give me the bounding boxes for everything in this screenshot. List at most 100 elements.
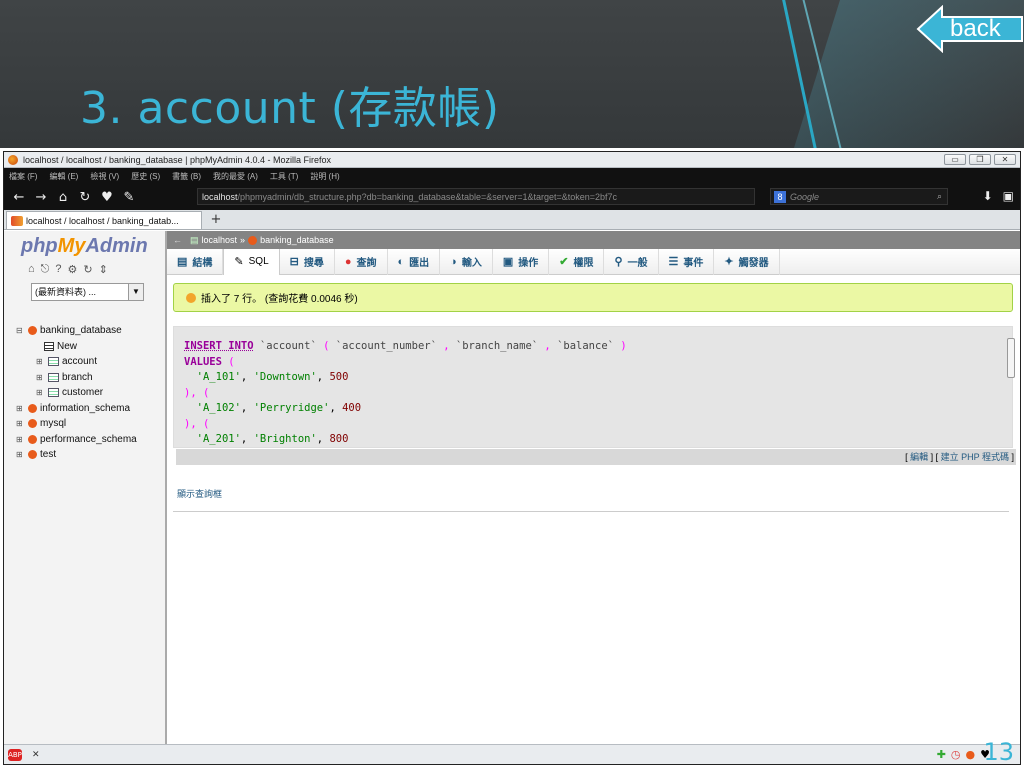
sql-row: 'A_102', 'Perryridge', 400: [196, 402, 362, 414]
forward-nav-icon[interactable]: →: [30, 190, 52, 205]
sql-keyword[interactable]: INSERT INTO: [184, 340, 254, 352]
menu-icon[interactable]: ▣: [1003, 189, 1014, 203]
addon-icon[interactable]: ♥: [96, 190, 118, 205]
home-icon[interactable]: ⌂: [28, 263, 35, 276]
menu-favorites[interactable]: 我的最愛 (A): [213, 171, 258, 182]
sql-keyword: VALUES: [184, 355, 222, 368]
tree-item-account[interactable]: ⊞ account: [16, 354, 137, 370]
database-icon: [28, 434, 37, 444]
menu-edit[interactable]: 編輯 (E): [49, 171, 78, 182]
menu-tools[interactable]: 工具 (T): [270, 171, 298, 182]
collapse-icon[interactable]: ⊟: [16, 326, 28, 335]
breadcrumb-server[interactable]: localhost: [202, 235, 238, 245]
sql-value: 'A_102': [196, 402, 241, 414]
operations-icon: ▣: [502, 256, 514, 268]
db-tree: ⊟ banking_database New ⊞ account ⊞ branc…: [16, 323, 137, 463]
recent-select-value: (最新資料表) ...: [35, 287, 96, 297]
tab-search[interactable]: ⊟ 搜尋: [280, 248, 335, 275]
menu-history[interactable]: 歷史 (S): [131, 171, 160, 182]
expand-icon[interactable]: ⊞: [36, 357, 48, 366]
back-button[interactable]: back: [916, 5, 1024, 53]
firefox-status-icon[interactable]: ●: [966, 748, 976, 761]
tab-operations[interactable]: ▣ 操作: [493, 248, 550, 275]
pma-navigation: phpMyAdmin ⌂ ⎋ ? ⚙ ↻ ⇕ (最新資料表) ... ▼ ⊟ b…: [4, 231, 167, 745]
tab-label: 一般: [627, 258, 648, 269]
tab-import[interactable]: ◑ 輸入: [440, 248, 493, 275]
tab-structure[interactable]: ▤ 結構: [167, 248, 224, 275]
database-icon: [248, 235, 258, 245]
tree-item-information-schema[interactable]: ⊞ information_schema: [16, 401, 137, 417]
edit-link[interactable]: 編輯: [910, 452, 928, 462]
back-nav-icon[interactable]: ←: [8, 190, 30, 205]
tree-item-branch[interactable]: ⊞ branch: [16, 370, 137, 386]
expand-icon[interactable]: ⊞: [16, 404, 28, 413]
expand-icon[interactable]: ⊞: [36, 373, 48, 382]
new-tab-button[interactable]: +: [206, 211, 226, 229]
url-host: localhost: [202, 191, 238, 202]
download-icon[interactable]: ⬇: [983, 189, 993, 203]
url-bar[interactable]: localhost/phpmyadmin/db_structure.php?db…: [197, 188, 755, 205]
close-status-icon[interactable]: ✕: [32, 750, 40, 760]
create-php-link[interactable]: 建立 PHP 程式碼: [941, 452, 1009, 462]
sql-scrollbar[interactable]: [1006, 326, 1016, 448]
reload-icon[interactable]: ↻: [74, 190, 96, 205]
tab-label: 結構: [192, 258, 213, 269]
home-icon[interactable]: ⌂: [52, 190, 74, 205]
firefox-window: localhost / localhost / banking_database…: [3, 151, 1021, 765]
collapse-panel-icon[interactable]: ←: [173, 235, 182, 245]
tree-item-customer[interactable]: ⊞ customer: [16, 385, 137, 401]
logout-icon[interactable]: ⎋: [41, 263, 50, 276]
close-button[interactable]: ✕: [994, 154, 1016, 165]
tree-item-new[interactable]: New: [16, 339, 137, 355]
tab-export[interactable]: ◐ 匯出: [388, 248, 441, 275]
menu-view[interactable]: 檢視 (V): [90, 171, 119, 182]
search-input[interactable]: 8 Google ⌕: [770, 188, 948, 205]
scrollbar-thumb[interactable]: [1007, 338, 1015, 378]
docs-icon[interactable]: ?: [55, 263, 61, 276]
minimize-button[interactable]: ▭: [944, 154, 966, 165]
extension-icon[interactable]: ✎: [118, 190, 140, 205]
success-message: 插入了 7 行。 (查詢花費 0.0046 秒): [173, 283, 1013, 312]
expand-icon[interactable]: ⊞: [16, 450, 28, 459]
tab-events[interactable]: ☰ 事件: [659, 248, 715, 275]
sql-line: ), (: [184, 448, 1012, 449]
menu-file[interactable]: 檔案 (F): [9, 171, 37, 182]
breadcrumb-db[interactable]: banking_database: [260, 235, 334, 245]
puzzle-icon[interactable]: ✚: [937, 748, 946, 761]
show-query-box-link[interactable]: 顯示查詢框: [177, 487, 222, 500]
expand-icon[interactable]: ⊞: [36, 388, 48, 397]
search-icon[interactable]: ⌕: [937, 191, 942, 202]
adblock-icon[interactable]: ABP: [8, 748, 22, 761]
sql-value: 'Perryridge': [253, 402, 330, 414]
logo-my: My: [57, 235, 86, 257]
tree-item-mysql[interactable]: ⊞ mysql: [16, 416, 137, 432]
pma-logo[interactable]: phpMyAdmin: [21, 235, 148, 258]
tree-label: information_schema: [40, 402, 131, 414]
menu-bookmarks[interactable]: 書籤 (B): [172, 171, 201, 182]
tab-query[interactable]: ● 查詢: [335, 248, 388, 275]
tab-triggers[interactable]: ✦ 觸發器: [714, 248, 780, 275]
tree-item-performance-schema[interactable]: ⊞ performance_schema: [16, 432, 137, 448]
tab-sql[interactable]: ✎ SQL: [223, 248, 280, 275]
tab-label: 操作: [518, 258, 539, 269]
expand-icon[interactable]: ⊞: [16, 435, 28, 444]
tab-privileges[interactable]: ✔ 權限: [549, 248, 605, 275]
collapse-icon[interactable]: ⇕: [99, 263, 108, 276]
maximize-button[interactable]: ❐: [969, 154, 991, 165]
sql-table: `account`: [259, 340, 317, 352]
expand-icon[interactable]: ⊞: [16, 419, 28, 428]
menu-help[interactable]: 說明 (H): [310, 171, 339, 182]
sql-value: 500: [329, 371, 349, 383]
recent-tables-select[interactable]: (最新資料表) ... ▼: [31, 283, 144, 301]
reload-icon[interactable]: ↻: [83, 263, 92, 276]
tree-item-test[interactable]: ⊞ test: [16, 447, 137, 463]
clock-icon[interactable]: ◷: [951, 748, 961, 761]
window-title: localhost / localhost / banking_database…: [23, 154, 331, 165]
tab-phpmyadmin[interactable]: localhost / localhost / banking_datab...: [6, 211, 202, 229]
tree-item-banking-database[interactable]: ⊟ banking_database: [16, 323, 137, 339]
tab-label: 權限: [573, 258, 594, 269]
tree-label: account: [62, 356, 98, 368]
tab-general[interactable]: ⚲ 一般: [604, 248, 659, 275]
settings-icon[interactable]: ⚙: [67, 263, 77, 276]
sql-row: 'A_201', 'Brighton', 800: [196, 433, 349, 445]
